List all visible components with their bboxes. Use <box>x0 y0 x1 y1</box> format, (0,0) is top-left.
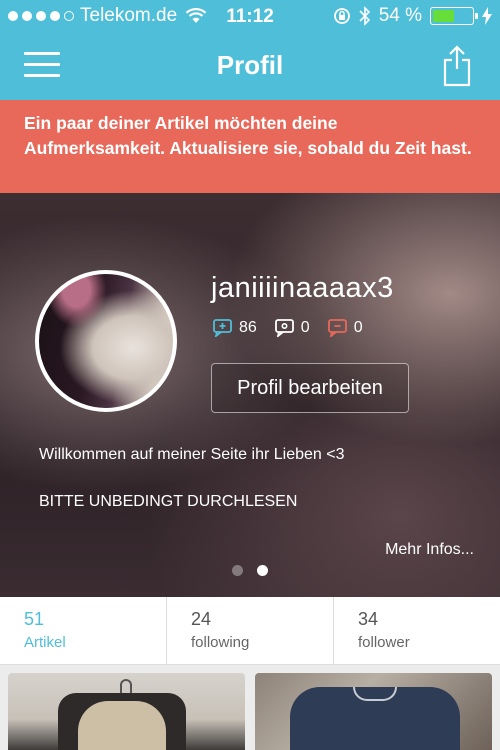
charging-bolt-icon <box>482 7 492 25</box>
negative-count: 0 <box>353 319 363 336</box>
share-icon[interactable] <box>440 45 474 87</box>
battery-fill <box>433 10 454 22</box>
bluetooth-icon <box>359 6 370 26</box>
battery-percent: 54 % <box>378 5 422 26</box>
status-bar: Telekom.de 11:12 54 % <box>0 0 500 34</box>
following-label: following <box>191 634 250 651</box>
profile-header: janiiiinaaaax3 86 0 0 Profil bearbeiten … <box>0 193 500 597</box>
tab-following[interactable]: 24 following <box>167 597 334 664</box>
followers-label: follower <box>358 634 410 651</box>
negative-ratings[interactable]: 0 <box>327 319 363 337</box>
bio-line-2: BITTE UNBEDINGT DURCHLESEN <box>39 493 298 510</box>
avatar[interactable] <box>35 270 177 412</box>
neutral-count: 0 <box>300 319 310 336</box>
edit-profile-button[interactable]: Profil bearbeiten <box>211 363 409 413</box>
articles-count: 51 <box>24 609 45 629</box>
positive-rating-icon <box>213 319 232 337</box>
page-title: Profil <box>216 50 284 80</box>
profile-counts: 51 Artikel 24 following 34 follower <box>0 597 500 665</box>
battery-icon <box>430 7 478 25</box>
followers-count: 34 <box>358 609 379 629</box>
tab-articles[interactable]: 51 Artikel <box>0 597 167 664</box>
rotation-lock-icon <box>333 8 350 24</box>
page-dot-1[interactable] <box>232 565 243 576</box>
alert-text: Ein paar deiner Artikel möchten deine Au… <box>24 113 472 158</box>
more-info-link[interactable]: Mehr Infos... <box>385 541 474 559</box>
rating-stats: 86 0 0 <box>213 319 381 337</box>
item-thumbnail[interactable] <box>8 673 245 750</box>
top-bar: Telekom.de 11:12 54 % Profil <box>0 0 500 100</box>
positive-ratings[interactable]: 86 <box>213 319 257 337</box>
neutral-ratings[interactable]: 0 <box>274 319 310 337</box>
username: janiiiinaaaax3 <box>211 272 394 304</box>
negative-rating-icon <box>327 319 347 337</box>
update-items-alert[interactable]: Ein paar deiner Artikel möchten deine Au… <box>0 100 500 193</box>
articles-label: Artikel <box>24 634 66 651</box>
bio-line-1: Willkommen auf meiner Seite ihr Lieben <… <box>39 446 345 463</box>
item-thumbnail[interactable] <box>255 673 492 750</box>
page-indicator[interactable] <box>232 565 268 576</box>
page-dot-2[interactable] <box>257 565 268 576</box>
neutral-rating-icon <box>274 319 294 337</box>
positive-count: 86 <box>239 319 257 336</box>
following-count: 24 <box>191 609 212 629</box>
tab-followers[interactable]: 34 follower <box>334 597 500 664</box>
item-grid <box>0 665 500 750</box>
